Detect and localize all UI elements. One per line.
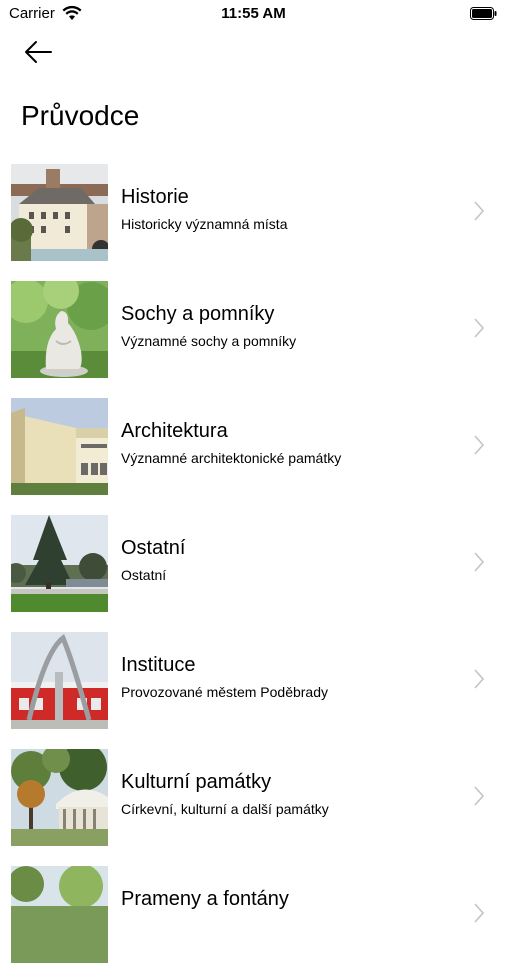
thumbnail-image <box>11 632 108 729</box>
thumbnail-image <box>11 515 108 612</box>
page-title: Průvodce <box>21 100 140 131</box>
list-item-sochy-a-pomniky[interactable]: Sochy a pomníky Významné sochy a pomníky <box>0 274 507 391</box>
chevron-right-icon <box>474 201 485 221</box>
status-bar: Carrier 11:55 AM <box>0 0 507 30</box>
item-subtitle: Historicky významná místa <box>121 216 288 232</box>
back-button[interactable] <box>22 38 54 66</box>
thumbnail-image <box>11 281 108 378</box>
chevron-right-icon <box>474 435 485 455</box>
item-title: Architektura <box>121 420 228 442</box>
chevron-right-icon <box>474 786 485 806</box>
chevron-right-icon <box>474 669 485 689</box>
item-title: Historie <box>121 186 189 208</box>
list-item-architektura[interactable]: Architektura Významné architektonické pa… <box>0 391 507 508</box>
item-subtitle: Ostatní <box>121 567 167 583</box>
item-subtitle: Provozované městem Poděbrady <box>121 684 328 700</box>
item-subtitle: Významné architektonické památky <box>121 450 342 466</box>
chevron-right-icon <box>474 903 485 923</box>
item-subtitle: Významné sochy a pomníky <box>121 333 297 349</box>
item-title: Ostatní <box>121 537 186 559</box>
chevron-right-icon <box>474 552 485 572</box>
thumbnail-image <box>11 749 108 846</box>
thumbnail-image <box>11 164 108 261</box>
clock: 11:55 AM <box>221 5 286 22</box>
item-title: Sochy a pomníky <box>121 303 275 325</box>
battery-icon <box>470 7 497 20</box>
guide-list: Historie Historicky významná místa Sochy… <box>0 157 507 976</box>
thumbnail-image <box>11 398 108 495</box>
list-item-prameny-a-fontany[interactable]: Prameny a fontány <box>0 859 507 976</box>
list-item-historie[interactable]: Historie Historicky významná místa <box>0 157 507 274</box>
list-item-ostatni[interactable]: Ostatní Ostatní <box>0 508 507 625</box>
thumbnail-image <box>11 866 108 963</box>
item-subtitle: Církevní, kulturní a další památky <box>121 801 329 817</box>
arrow-left-icon <box>25 41 52 63</box>
list-item-instituce[interactable]: Instituce Provozované městem Poděbrady <box>0 625 507 742</box>
item-title: Kulturní památky <box>121 771 272 793</box>
list-item-kulturni-pamatky[interactable]: Kulturní památky Církevní, kulturní a da… <box>0 742 507 859</box>
chevron-right-icon <box>474 318 485 338</box>
item-title: Instituce <box>121 654 196 676</box>
